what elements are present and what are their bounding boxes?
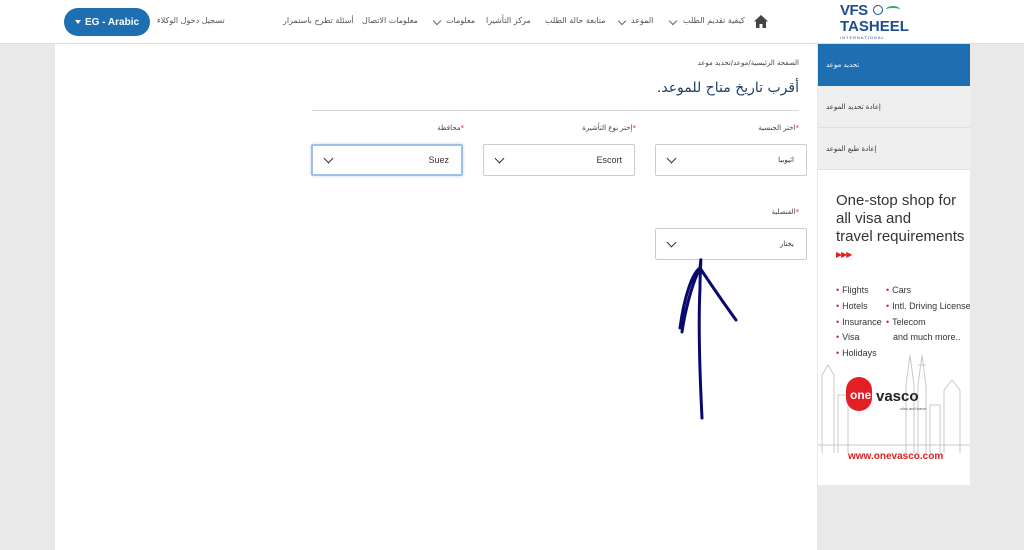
consulate-label: *القنصلية (771, 208, 799, 216)
nav-appointment[interactable]: الموعد (631, 16, 653, 25)
ad-item-driving-license: • Intl. Driving License (886, 301, 970, 311)
logo-tasheel-text: TASHEEL (840, 18, 909, 35)
ad-item-insurance: • Insurance (836, 317, 882, 327)
governorate-label: *محافظة (437, 124, 464, 132)
consulate-value: يختار (779, 240, 794, 248)
ad-tagline: click and travel (900, 406, 927, 411)
chevron-down-icon (668, 16, 678, 26)
sidebar-item-label: إعادة طبع الموعد (826, 144, 877, 153)
sidebar-item-reschedule[interactable]: إعادة تحديد الموعد (818, 86, 970, 128)
nationality-value: اثيوبيا (778, 156, 794, 164)
title-divider (312, 110, 799, 111)
ad-brand-vasco: vasco (876, 388, 919, 405)
consulate-select[interactable]: يختار (655, 228, 807, 260)
ad-headline: One-stop shop for all visa and travel re… (836, 192, 965, 245)
caret-down-icon (74, 20, 81, 24)
onevasco-ad-banner[interactable]: One-stop shop for all visa and travel re… (818, 170, 970, 485)
logo-vfs-text: VFS (840, 2, 868, 19)
visa-type-value: Escort (596, 155, 622, 165)
governorate-value: Suez (428, 155, 449, 165)
chevron-down-icon (666, 153, 677, 163)
page-title: أقرب تاريخ متاح للموعد. (656, 80, 799, 96)
home-icon[interactable] (754, 15, 768, 28)
nav-how-to-apply[interactable]: كيفية تقديم الطلب (683, 16, 745, 25)
vfs-tasheel-logo[interactable]: VFS TASHEEL INTERNATIONAL (840, 2, 920, 42)
top-navbar: EG - Arabic تسجيل دخول الوكلاء أسئلة تطر… (0, 0, 1024, 44)
nav-contact[interactable]: معلومات الاتصال (362, 16, 418, 25)
governorate-select[interactable]: Suez (311, 144, 463, 176)
logo-international-text: INTERNATIONAL (840, 35, 885, 40)
nationality-select[interactable]: اثيوبيا (655, 144, 807, 176)
ad-url-link[interactable]: www.onevasco.com (848, 451, 943, 462)
ad-item-telecom: • Telecom (886, 317, 926, 327)
chevron-down-icon (432, 16, 442, 26)
logo-leaf-icon (886, 6, 900, 13)
ad-item-flights: • Flights (836, 285, 869, 295)
sidebar-item-label: تحديد موعد (826, 61, 860, 69)
agent-login-link[interactable]: تسجيل دخول الوكلاء (157, 16, 225, 25)
nationality-label: *اختر الجنسية (758, 124, 799, 132)
language-dropdown-button[interactable]: EG - Arabic (64, 8, 150, 36)
breadcrumb[interactable]: الصفحة الرئيسية/موعد/تحديد موعد (698, 59, 799, 67)
chevron-down-icon (617, 16, 627, 26)
language-label: EG - Arabic (84, 16, 140, 28)
chevron-down-icon (494, 153, 505, 163)
sidebar-item-reprint[interactable]: إعادة طبع الموعد (818, 128, 970, 170)
ad-arrows-icon: ▶▶▶ (836, 250, 853, 259)
nav-visa-center[interactable]: مركز التأشيرا (486, 16, 531, 25)
nav-track-status[interactable]: متابعة حالة الطلب (545, 16, 605, 25)
ad-brand-one: one (850, 388, 872, 402)
visa-type-label: *إختر نوع التأشيرة (582, 124, 636, 132)
ad-item-visa: • Visa (836, 332, 860, 342)
logo-emblem-icon (873, 5, 883, 15)
ad-item-more: and much more.. (893, 332, 961, 342)
main-content: الصفحة الرئيسية/موعد/تحديد موعد أقرب تار… (55, 44, 817, 550)
chevron-down-icon (666, 237, 677, 247)
ad-item-cars: • Cars (886, 285, 912, 295)
visa-type-select[interactable]: Escort (483, 144, 635, 176)
chevron-down-icon (323, 153, 334, 163)
sidebar-item-schedule[interactable]: تحديد موعد (818, 44, 970, 86)
nav-faq[interactable]: أسئلة تطرح باستمرار (283, 16, 354, 25)
nav-info[interactable]: معلومات (446, 16, 475, 25)
ad-item-hotels: • Hotels (836, 301, 868, 311)
sidebar-item-label: إعادة تحديد الموعد (826, 102, 881, 111)
